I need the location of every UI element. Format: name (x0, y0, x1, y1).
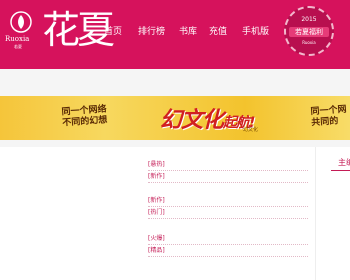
list-item[interactable]: [热门] (148, 207, 308, 219)
nav-rankings[interactable]: 排行榜 (138, 26, 165, 38)
site-header: Ruoxia 若夏 花夏 首页 排行榜 书库 充值 手机版 2015 若夏福利 … (0, 0, 350, 69)
main-content: [悬热] [新作] [新作] [热门] [火爆] [精品] (0, 147, 350, 280)
book-group: [新作] [热门] (148, 195, 308, 219)
badge-year: 2015 (301, 16, 317, 23)
list-item[interactable]: [精品] (148, 245, 308, 257)
editor-section-underline (331, 170, 350, 171)
list-item[interactable]: [悬热] (148, 159, 308, 171)
promo-banner[interactable]: 同一个网络 不同的幻想 幻文化起航! 幻文化 同一个网 共同的 (0, 96, 350, 140)
book-group: [火爆] [精品] (148, 233, 308, 257)
list-item[interactable]: [火爆] (148, 233, 308, 245)
site-logo[interactable]: Ruoxia 若夏 (4, 8, 40, 52)
brand-name: 花夏 (42, 8, 115, 52)
list-item[interactable]: [新作] (148, 171, 308, 183)
nav-library[interactable]: 书库 (179, 26, 197, 38)
banner-left-slogan: 同一个网络 不同的幻想 (61, 104, 107, 129)
nav-recharge[interactable]: 充值 (209, 26, 227, 38)
nav-home[interactable]: 首页 (104, 26, 122, 38)
banner-left-line2: 不同的幻想 (62, 115, 108, 129)
badge-name: 若夏福利 (289, 27, 329, 37)
promo-badge[interactable]: 2015 若夏福利 Ruoxia (284, 6, 334, 56)
banner-headline-main: 幻文化 (160, 108, 224, 133)
flower-logo-icon (10, 11, 32, 33)
banner-right-slogan: 同一个网 共同的 (310, 105, 347, 129)
banner-tag: 幻文化 (243, 127, 259, 133)
editor-section-title: 主编 (338, 158, 350, 167)
book-group: [悬热] [新作] (148, 159, 308, 183)
banner-headline: 幻文化起航! (160, 102, 255, 134)
nav-mobile[interactable]: 手机版 (242, 26, 269, 38)
list-item[interactable]: [新作] (148, 195, 308, 207)
logo-subtext: 若夏 (14, 44, 22, 49)
banner-right-line2: 共同的 (311, 116, 339, 129)
book-list: [悬热] [新作] [新作] [热门] [火爆] [精品] (148, 147, 316, 280)
logo-text: Ruoxia (5, 35, 30, 43)
badge-mark: Ruoxia (302, 40, 316, 45)
